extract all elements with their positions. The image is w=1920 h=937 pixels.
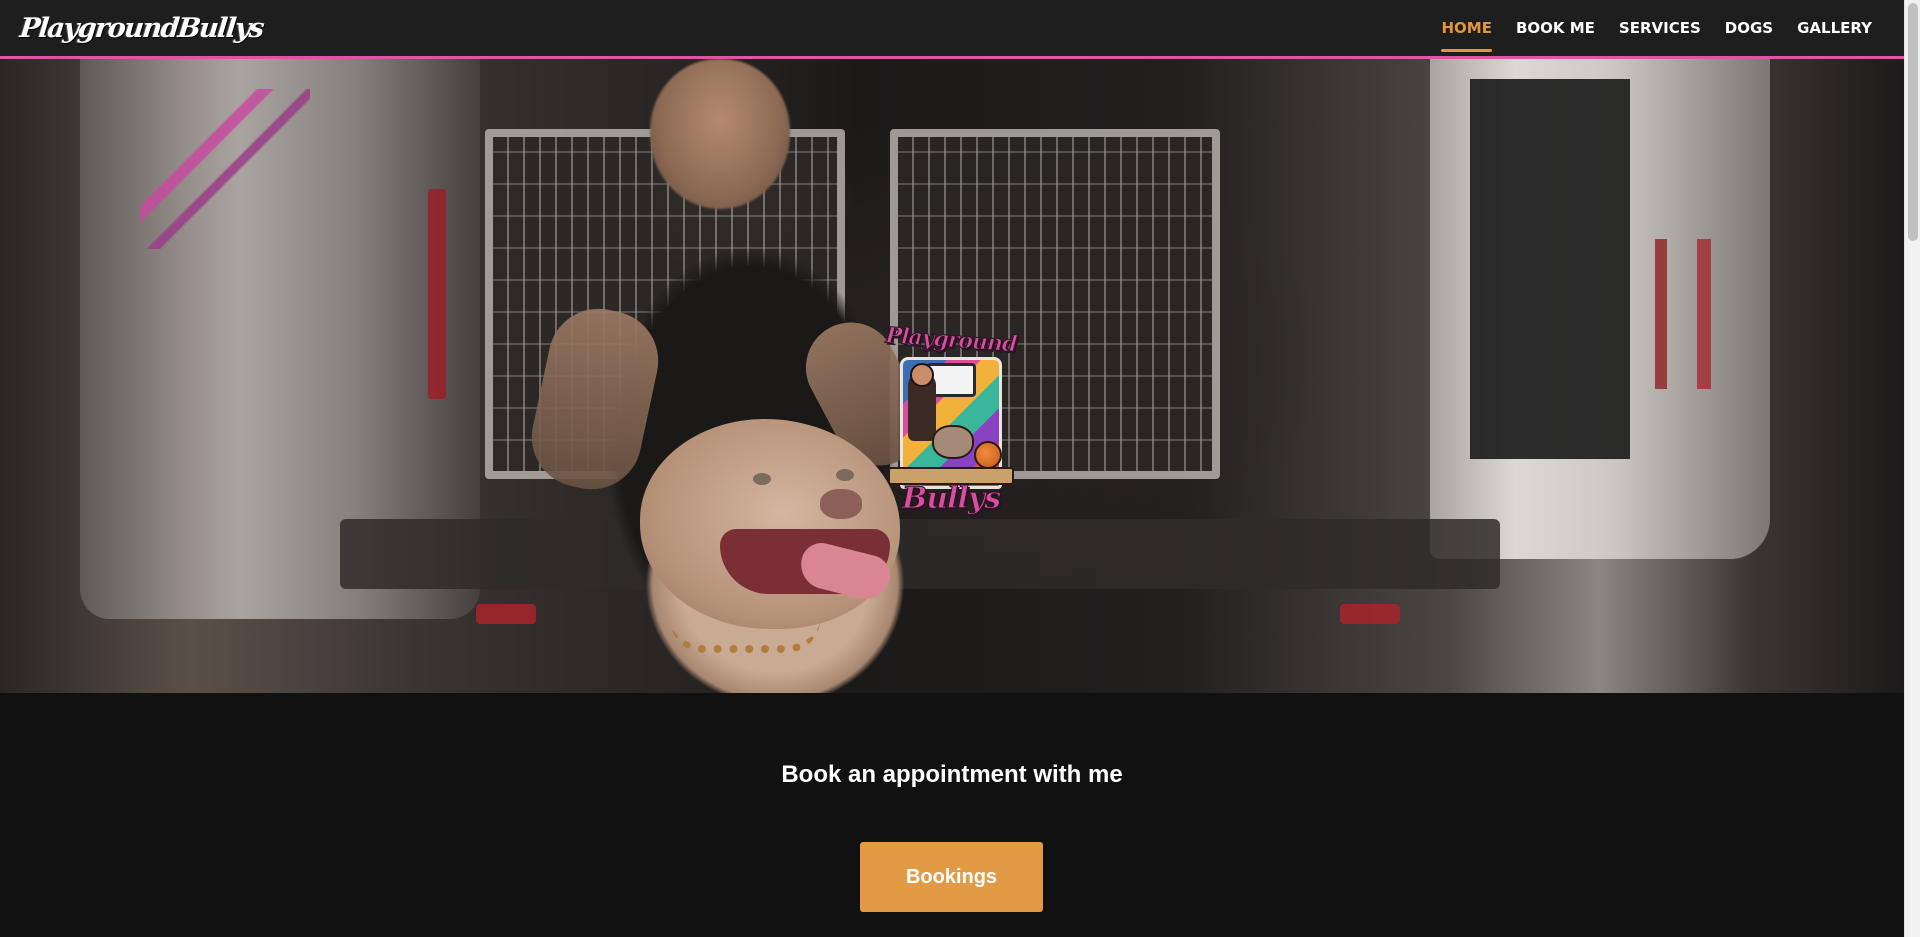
main-nav: HOME BOOK ME SERVICES DOGS GALLERY	[1429, 0, 1884, 58]
nav-item-book-me[interactable]: BOOK ME	[1504, 0, 1607, 58]
basketball-icon	[974, 441, 1002, 469]
hero-dog-eye-left	[753, 473, 771, 485]
badge-person-head	[910, 363, 934, 387]
hero-taillight-right-2	[1697, 239, 1711, 389]
nav-item-dogs[interactable]: DOGS	[1713, 0, 1785, 58]
hero-reflector-left	[476, 604, 536, 624]
page-scrollbar[interactable]	[1904, 0, 1920, 937]
site-header: PlaygroundBullys HOME BOOK ME SERVICES D…	[0, 0, 1904, 59]
scrollbar-thumb[interactable]	[1908, 3, 1918, 241]
hero-van-graphic	[140, 89, 310, 249]
hero-dog-eye-right	[836, 469, 854, 481]
badge-title: Playground	[884, 322, 1018, 358]
bookings-button[interactable]: Bookings	[860, 842, 1043, 912]
nav-item-gallery[interactable]: GALLERY	[1785, 0, 1884, 58]
hero-dog-collar	[670, 619, 820, 653]
hero-person-head	[650, 59, 790, 209]
nav-item-home[interactable]: HOME	[1429, 0, 1503, 58]
booking-heading: Book an appointment with me	[781, 761, 1123, 788]
nav-item-services[interactable]: SERVICES	[1607, 0, 1713, 58]
badge-foot: Bullys	[901, 481, 1001, 517]
hero-taillight-right-1	[1655, 239, 1667, 389]
hero-reflector-right	[1340, 604, 1400, 624]
playground-bullys-badge-logo: Playground Bullys	[878, 313, 1024, 533]
hero-taillight-left	[428, 189, 446, 399]
site-logo[interactable]: PlaygroundBullys	[18, 13, 264, 44]
booking-section: Book an appointment with me Bookings	[0, 693, 1904, 937]
hero-van-door-window	[1470, 79, 1630, 459]
badge-dog-icon	[932, 425, 974, 459]
hero-dog-nose	[820, 489, 862, 519]
hero-banner: Playground Bullys	[0, 59, 1904, 693]
